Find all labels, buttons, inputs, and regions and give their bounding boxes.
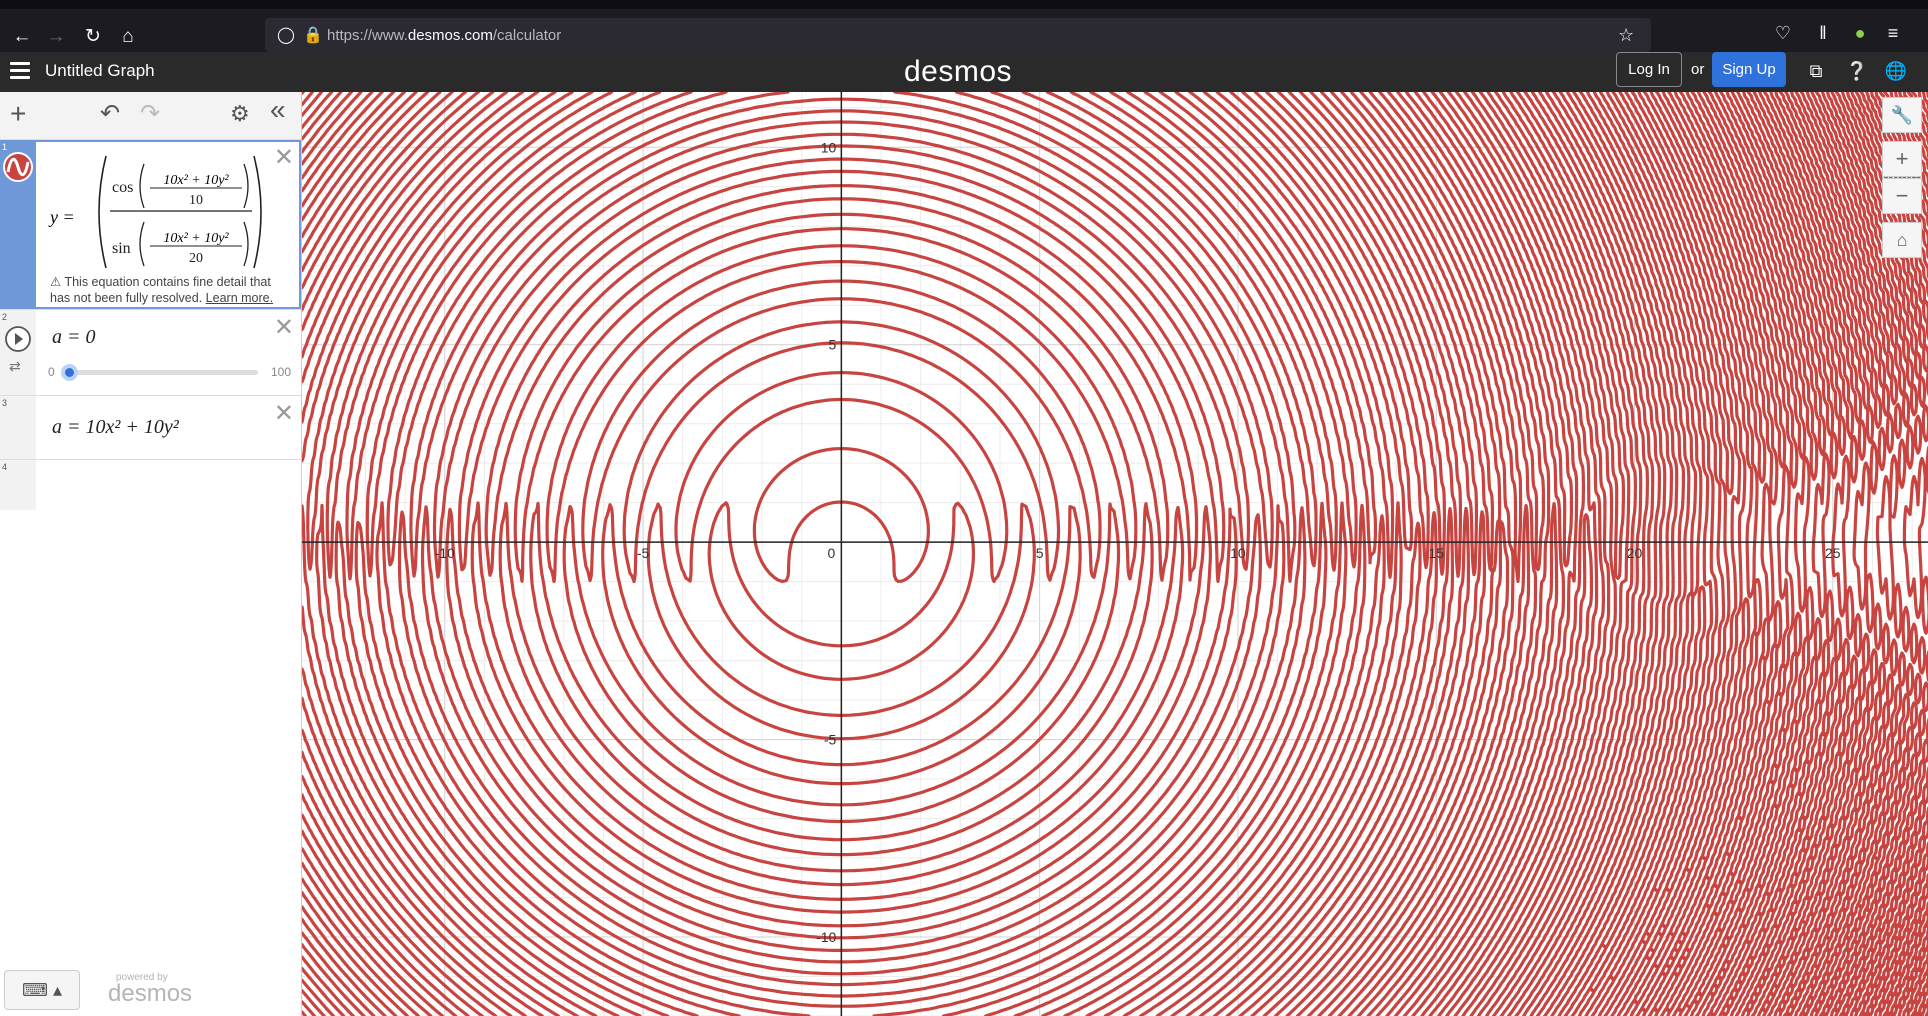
x-tick-label: -5 — [637, 545, 650, 561]
x-tick-label: -10 — [435, 545, 455, 561]
graph-plot[interactable]: -10 -5 0 5 10 15 20 25 10 5 -5 -10 — [302, 92, 1928, 1016]
learn-more-link[interactable]: Learn more. — [206, 291, 273, 305]
x-tick-label: 5 — [1036, 545, 1044, 561]
slider-thumb[interactable] — [61, 364, 78, 381]
expression-row[interactable]: 3 a = 10x² + 10y² ✕ — [0, 396, 301, 460]
x-tick-label: 15 — [1428, 545, 1444, 561]
slider-track[interactable] — [68, 370, 258, 375]
expression-number: 3 — [2, 398, 8, 408]
plotted-curve — [302, 92, 1928, 1016]
undo-icon[interactable]: ↶ — [100, 102, 120, 126]
signup-button[interactable]: Sign Up — [1712, 52, 1786, 87]
y-tick-label: 5 — [829, 337, 837, 353]
equation-text[interactable]: a = 10x² + 10y² — [52, 416, 179, 439]
expression-number: 4 — [2, 462, 8, 472]
add-item-icon[interactable]: + — [10, 100, 26, 128]
svg-text:sin: sin — [112, 240, 131, 257]
empty-expression-row[interactable]: 4 — [0, 460, 301, 510]
url-bar[interactable]: ◯ 🔒 https://www.desmos.com/calculator ☆ — [265, 18, 1651, 52]
lock-icon[interactable]: 🔒 — [303, 25, 323, 45]
x-tick-label: 0 — [827, 545, 835, 561]
expression-row[interactable]: 1 y = cos 10x² + 10y² 10 sin 10x² + 10y²… — [0, 140, 301, 310]
forward-icon[interactable]: → — [42, 23, 70, 51]
bookmark-star-icon[interactable]: ☆ — [1618, 25, 1634, 46]
graph-title[interactable]: Untitled Graph — [45, 61, 155, 81]
library-icon[interactable]: ‖ — [1810, 23, 1836, 44]
expression-number: 2 — [2, 312, 8, 322]
delete-expression-icon[interactable]: ✕ — [274, 402, 294, 426]
graph-color-icon[interactable] — [3, 152, 33, 182]
expression-toolbar: + ↶ ↷ ⚙ « — [0, 92, 301, 140]
zoom-in-icon[interactable]: + — [1882, 141, 1922, 177]
settings-gear-icon[interactable]: ⚙ — [230, 102, 250, 126]
slider-min[interactable]: 0 — [48, 365, 55, 379]
wrench-icon[interactable]: 🔧 — [1882, 97, 1922, 133]
collapse-panel-icon[interactable]: « — [270, 96, 286, 124]
hamburger-menu-icon[interactable] — [10, 62, 30, 82]
app-header: Untitled Graph desmos Log In or Sign Up … — [0, 52, 1928, 92]
redo-icon[interactable]: ↷ — [140, 102, 160, 126]
graph-canvas[interactable]: -10 -5 0 5 10 15 20 25 10 5 -5 -10 — [302, 92, 1928, 1016]
resolution-warning: ⚠ This equation contains fine detail tha… — [50, 275, 274, 305]
expression-number: 1 — [2, 142, 8, 152]
browser-toolbar: ← → ↻ ⌂ ◯ 🔒 https://www.desmos.com/calcu… — [0, 0, 1928, 52]
equation-formula[interactable]: y = cos 10x² + 10y² 10 sin 10x² + 10y² 2… — [48, 148, 288, 273]
play-slider-icon[interactable] — [3, 324, 33, 354]
default-view-icon[interactable]: ⌂ — [1882, 222, 1922, 258]
cos-numerator: 10x² + 10y² — [163, 173, 229, 188]
keyboard-toggle-button[interactable]: ⌨ ▴ — [4, 970, 80, 1010]
slider-expression[interactable]: a = 0 — [52, 326, 96, 349]
delete-expression-icon[interactable]: ✕ — [274, 146, 294, 170]
expression-row[interactable]: 2 ⇄ a = 0 ✕ 0 100 — [0, 310, 301, 396]
sin-numerator: 10x² + 10y² — [163, 231, 229, 246]
slider-max[interactable]: 100 — [271, 365, 291, 379]
home-icon[interactable]: ⌂ — [114, 23, 142, 51]
cos-denominator: 10 — [189, 193, 203, 208]
back-icon[interactable]: ← — [8, 23, 36, 51]
globe-icon[interactable]: 🌐 — [1884, 59, 1908, 83]
y-tick-label: -5 — [824, 732, 837, 748]
help-icon[interactable]: ❔ — [1845, 59, 1869, 83]
svg-text:cos: cos — [112, 179, 133, 196]
delete-expression-icon[interactable]: ✕ — [274, 316, 294, 340]
shield-icon[interactable]: ◯ — [277, 25, 295, 45]
or-text: or — [1691, 61, 1705, 78]
expression-panel: + ↶ ↷ ⚙ « 1 y = cos 10x² + 10y² 10 sin 1… — [0, 92, 302, 1016]
menu-icon[interactable]: ≡ — [1880, 23, 1906, 44]
sin-denominator: 20 — [189, 251, 203, 266]
desmos-logo: desmos — [904, 55, 1013, 88]
x-tick-label: 20 — [1627, 545, 1643, 561]
x-tick-label: 25 — [1825, 545, 1841, 561]
y-tick-label: 10 — [821, 139, 837, 155]
x-tick-label: 10 — [1230, 545, 1246, 561]
url-text[interactable]: https://www.desmos.com/calculator — [327, 27, 561, 44]
formula-lhs: y = — [48, 207, 75, 227]
zoom-out-icon[interactable]: − — [1882, 178, 1922, 214]
share-icon[interactable]: ⧉ — [1804, 59, 1828, 83]
pocket-icon[interactable]: ♡ — [1770, 23, 1796, 44]
y-tick-label: -10 — [816, 929, 836, 945]
loop-icon[interactable]: ⇄ — [9, 358, 21, 375]
footer-desmos-logo[interactable]: desmos — [108, 980, 192, 1008]
extension-icon[interactable]: ● — [1847, 23, 1873, 44]
login-button[interactable]: Log In — [1616, 52, 1682, 87]
reload-icon[interactable]: ↻ — [79, 23, 107, 51]
